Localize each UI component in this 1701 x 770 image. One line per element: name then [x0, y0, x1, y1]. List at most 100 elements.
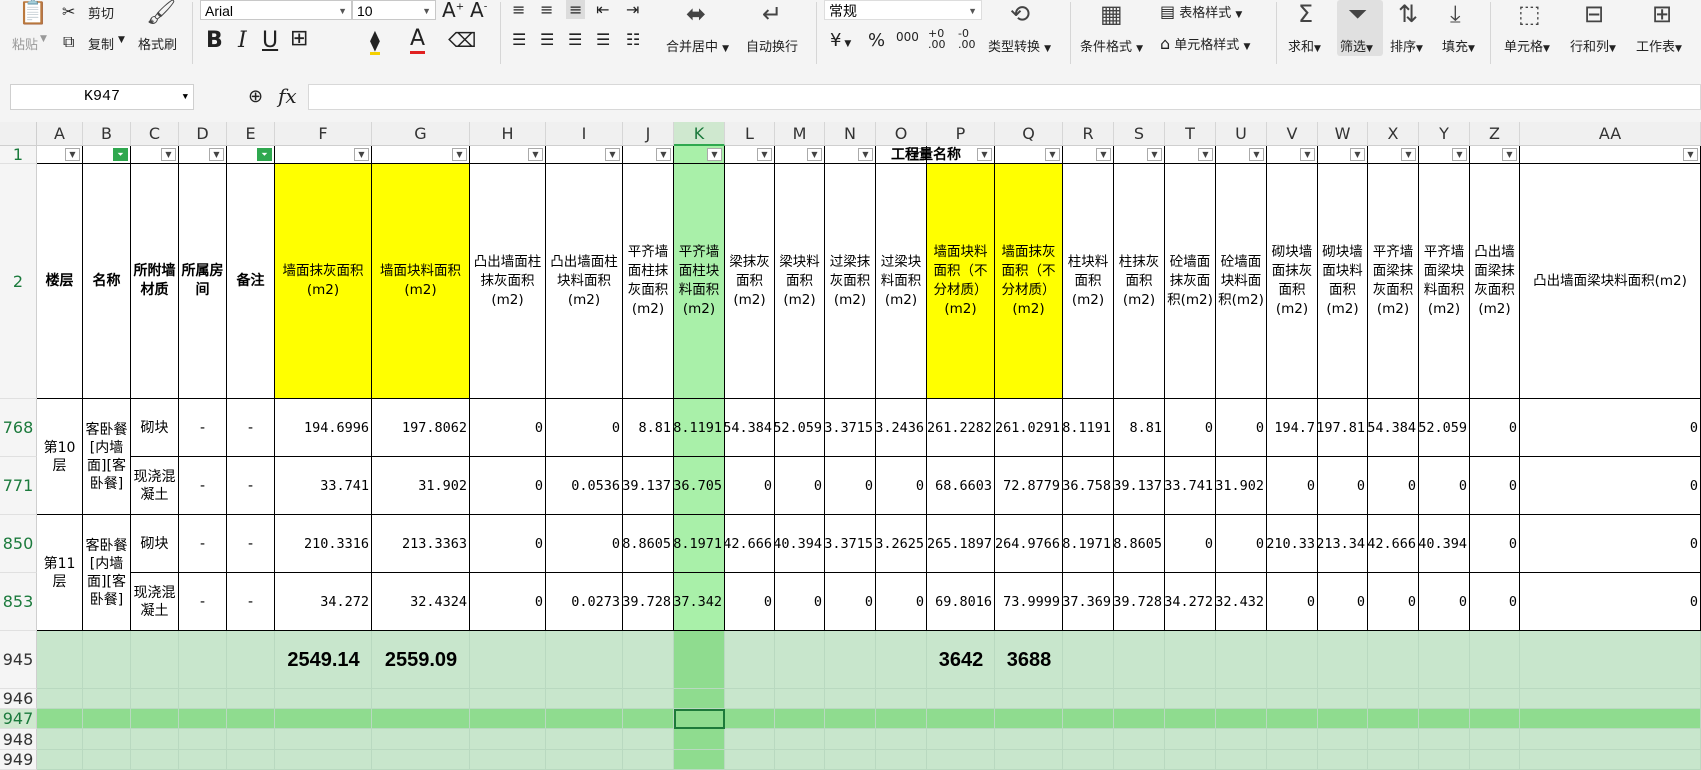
conditional-format-button[interactable]: 条件格式 ▼ [1080, 36, 1143, 55]
value-cell[interactable]: 0 [470, 399, 546, 457]
total-F[interactable]: 2549.14 [275, 631, 372, 689]
value-cell[interactable]: 0 [876, 457, 927, 515]
value-cell[interactable]: 39.728 [1114, 573, 1165, 631]
empty-cell[interactable] [1165, 689, 1216, 709]
empty-cell[interactable] [131, 709, 179, 729]
value-cell[interactable]: 42.666 [725, 515, 775, 573]
empty-cell[interactable] [623, 689, 674, 709]
format-painter-icon[interactable]: 🖌 [146, 0, 176, 24]
filter-dropdown-icon[interactable]: ▼ [65, 148, 80, 161]
empty-cell[interactable] [927, 729, 995, 750]
row-header-2[interactable]: 2 [0, 164, 37, 399]
value-cell[interactable]: 0 [1318, 457, 1368, 515]
row-header-945[interactable]: 945 [0, 631, 37, 689]
row-header-948[interactable]: 948 [0, 729, 37, 750]
value-cell[interactable]: 0 [1165, 515, 1216, 573]
empty-cell[interactable] [37, 689, 83, 709]
column-header-AA[interactable]: AA [1520, 122, 1701, 146]
column-header-Q[interactable]: Q [995, 122, 1063, 146]
name-cell[interactable]: 客卧餐[内墙面][客卧餐] [83, 515, 131, 631]
empty-cell[interactable] [1520, 750, 1701, 770]
copy-dropdown-icon[interactable]: ▼ [118, 35, 125, 45]
value-cell[interactable]: 213.34 [1318, 515, 1368, 573]
distributed-icon[interactable]: ☷ [626, 30, 640, 49]
filter-dropdown-icon[interactable]: ▼ [1096, 148, 1111, 161]
room-cell[interactable]: - [179, 457, 227, 515]
filter-dropdown-icon[interactable]: ▼ [1198, 148, 1213, 161]
fill-color-icon[interactable]: ⧫ [370, 28, 380, 55]
value-cell[interactable]: 0.0273 [546, 573, 623, 631]
value-cell[interactable]: 197.81 [1318, 399, 1368, 457]
row-header-771[interactable]: 771 [0, 457, 37, 515]
value-cell[interactable]: 36.758 [1063, 457, 1114, 515]
empty-cell[interactable] [179, 709, 227, 729]
column-header-X[interactable]: X [1368, 122, 1419, 146]
column-header-Z[interactable]: Z [1470, 122, 1520, 146]
align-top-icon[interactable]: ≡ [512, 0, 525, 19]
empty-cell[interactable] [1520, 729, 1701, 750]
empty-cell[interactable] [275, 729, 372, 750]
empty-cell[interactable] [275, 689, 372, 709]
filter-active-icon[interactable]: ⏷ [113, 148, 128, 161]
filter-dropdown-icon[interactable]: ▼ [656, 148, 671, 161]
empty-cell[interactable] [546, 631, 623, 689]
value-cell[interactable]: 0 [1216, 399, 1267, 457]
currency-icon[interactable]: ¥ ▼ [830, 30, 851, 51]
value-cell[interactable]: 54.384 [1368, 399, 1419, 457]
align-left-icon[interactable]: ☰ [512, 30, 526, 49]
material-cell[interactable]: 砌块 [131, 399, 179, 457]
value-cell[interactable]: 0 [470, 515, 546, 573]
value-cell[interactable]: 0 [546, 515, 623, 573]
row-col-icon[interactable]: ⊟ [1584, 2, 1604, 26]
justify-icon[interactable]: ☰ [596, 30, 610, 49]
value-cell[interactable]: 0 [1470, 457, 1520, 515]
fx-icon[interactable]: fx [278, 84, 297, 108]
empty-cell[interactable] [1216, 729, 1267, 750]
filter-dropdown-icon[interactable]: ▼ [807, 148, 822, 161]
wrap-text-icon[interactable]: ↵ [762, 2, 782, 26]
floor-cell[interactable]: 第11层 [37, 515, 83, 631]
increase-decimal-icon[interactable]: +0.00 [928, 28, 946, 50]
empty-cell[interactable] [546, 729, 623, 750]
value-cell[interactable]: 0 [1520, 457, 1701, 515]
material-cell[interactable]: 砌块 [131, 515, 179, 573]
value-cell[interactable]: 264.9766 [995, 515, 1063, 573]
empty-cell[interactable] [1470, 750, 1520, 770]
value-cell[interactable]: 0 [1520, 573, 1701, 631]
value-cell[interactable]: 8.81 [623, 399, 674, 457]
empty-cell[interactable] [546, 689, 623, 709]
sum-button[interactable]: 求和▼ [1288, 36, 1321, 55]
empty-cell[interactable] [1114, 750, 1165, 770]
note-cell[interactable]: - [227, 515, 275, 573]
value-cell[interactable]: 0 [1419, 457, 1470, 515]
empty-cell[interactable] [1216, 631, 1267, 689]
border-icon[interactable]: ⊞ [290, 26, 308, 51]
material-cell[interactable]: 现浇混凝土 [131, 573, 179, 631]
total-G[interactable]: 2559.09 [372, 631, 470, 689]
empty-cell[interactable] [1419, 709, 1470, 729]
empty-cell[interactable] [131, 729, 179, 750]
wrap-text-button[interactable]: 自动换行 [746, 36, 798, 55]
value-cell[interactable]: 197.8062 [372, 399, 470, 457]
value-cell[interactable]: 39.137 [623, 457, 674, 515]
value-cell[interactable]: 39.728 [623, 573, 674, 631]
empty-cell[interactable] [927, 750, 995, 770]
value-cell[interactable]: 40.394 [1419, 515, 1470, 573]
total-P[interactable]: 3642 [927, 631, 995, 689]
empty-cell[interactable] [179, 631, 227, 689]
empty-cell[interactable] [1165, 709, 1216, 729]
align-middle-icon[interactable]: ≡ [540, 0, 553, 19]
column-header-K[interactable]: K [674, 122, 725, 146]
empty-cell[interactable] [470, 750, 546, 770]
column-header-O[interactable]: O [876, 122, 927, 146]
column-header-V[interactable]: V [1267, 122, 1318, 146]
empty-cell[interactable] [995, 689, 1063, 709]
value-cell[interactable]: 31.902 [1216, 457, 1267, 515]
filter-dropdown-icon[interactable]: ▼ [1249, 148, 1264, 161]
filter-active-icon[interactable]: ⏷ [257, 148, 272, 161]
value-cell[interactable]: 0 [825, 457, 876, 515]
empty-cell[interactable] [275, 709, 372, 729]
decrease-font-icon[interactable]: A- [470, 0, 487, 22]
value-cell[interactable]: 0 [1520, 399, 1701, 457]
empty-cell[interactable] [1419, 689, 1470, 709]
